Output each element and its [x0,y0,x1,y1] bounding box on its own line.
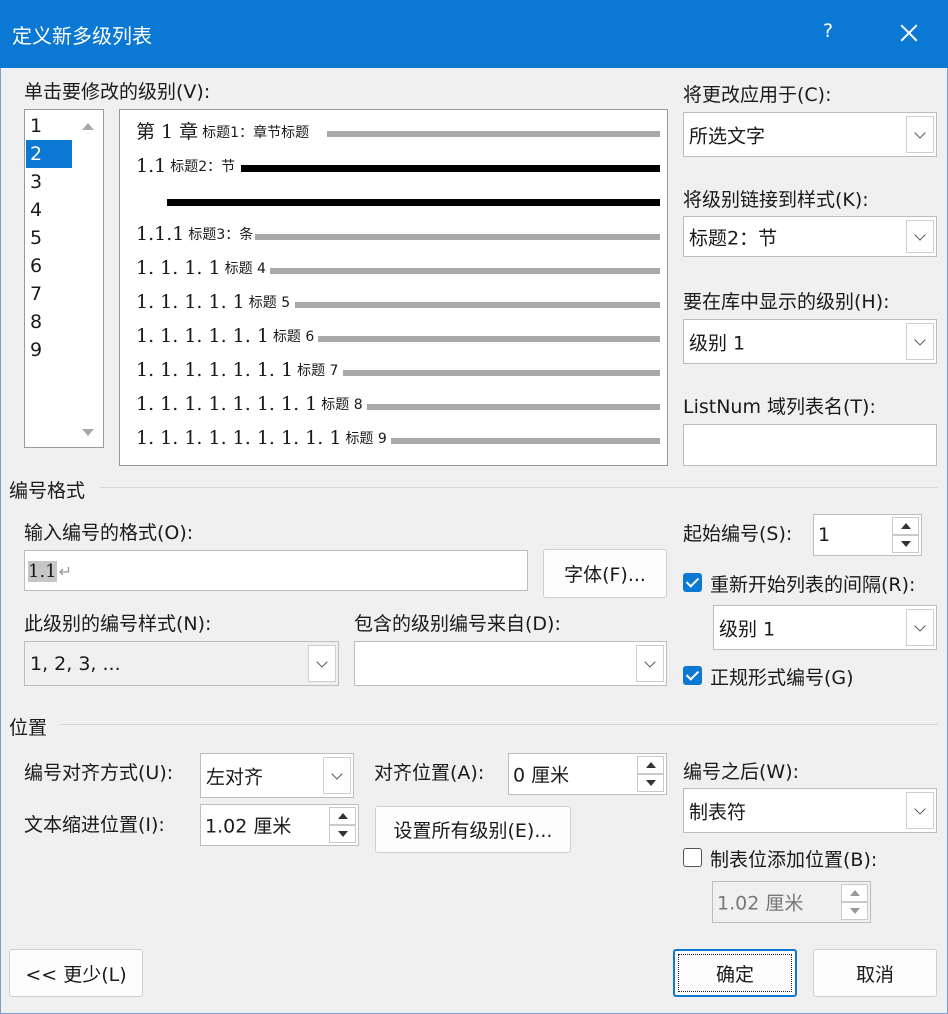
restart-level-dropdown[interactable]: 级别 1 [713,605,937,650]
align-at-label: 对齐位置(A): [374,762,485,784]
apply-to-label: 将更改应用于(C): [683,84,832,106]
align-dropdown[interactable]: 左对齐 [200,753,354,798]
level-item-9[interactable]: 9 [26,336,72,364]
restart-checkbox[interactable] [683,573,702,592]
chevron-down-icon[interactable] [323,757,351,794]
preview-line [318,336,660,342]
preview-row: 1. 1. 1. 1 标题 4 [136,257,266,279]
spin-up-icon[interactable] [637,756,664,774]
start-at-label: 起始编号(S): [683,523,793,545]
level-item-8[interactable]: 8 [26,308,72,336]
gallery-level-label: 要在库中显示的级别(H): [683,291,890,313]
preview-row: 1. 1. 1. 1. 1. 1 标题 6 [136,325,315,347]
chevron-down-icon[interactable] [906,609,934,646]
legal-numbering-label: 正规形式编号(G) [710,667,854,689]
include-level-dropdown[interactable] [354,641,667,686]
preview-line [255,234,660,240]
start-at-spinner[interactable]: 1 [813,514,922,556]
tab-stop-checkbox[interactable] [683,848,702,867]
indent-label: 文本缩进位置(I): [24,814,165,836]
preview-line-selected [167,199,660,206]
format-label: 输入编号的格式(O): [24,522,194,544]
level-label: 单击要修改的级别(V): [24,81,211,103]
align-label: 编号对齐方式(U): [24,762,174,784]
divider [60,724,938,725]
position-title: 位置 [9,717,48,739]
number-format-title: 编号格式 [9,480,86,502]
level-item-7[interactable]: 7 [26,280,72,308]
preview-line [343,370,660,376]
link-style-dropdown[interactable]: 标题2：节 [683,216,937,257]
preview-row: 1. 1. 1. 1. 1. 1. 1. 1. 1 标题 9 [136,427,387,449]
gallery-level-dropdown[interactable]: 级别 1 [683,319,937,364]
scroll-up-icon[interactable] [82,123,94,130]
format-field-code: 1.1 [28,560,57,582]
preview-line [295,302,660,308]
dialog-title: 定义新多级列表 [12,24,152,48]
format-input[interactable]: 1.1 ↵ [24,550,528,591]
spin-up-icon[interactable] [841,884,868,902]
spin-up-icon[interactable] [329,807,356,825]
preview-row: 1.1 标题2：节 [136,155,236,177]
listnum-input[interactable] [683,424,937,466]
level-listbox[interactable]: 1 2 3 4 5 6 7 8 9 [24,109,104,448]
level-item-1[interactable]: 1 [26,112,72,140]
preview-line [391,438,660,444]
legal-numbering-checkbox[interactable] [683,666,702,685]
indent-spinner[interactable]: 1.02 厘米 [200,804,359,846]
divider [100,487,938,488]
chevron-down-icon[interactable] [906,792,934,829]
preview-line-selected [241,165,660,172]
link-style-label: 将级别链接到样式(K): [683,189,869,211]
font-button[interactable]: 字体(F)... [543,549,667,598]
preview-row: 第 1 章 标题1：章节标题 [136,121,310,143]
spin-down-icon[interactable] [637,774,664,792]
level-preview: 第 1 章 标题1：章节标题 1.1 标题2：节 1.1.1 标题3：条 1. … [119,109,668,466]
tab-stop-label: 制表位添加位置(B): [710,849,878,871]
set-all-levels-button[interactable]: 设置所有级别(E)... [375,806,571,853]
spin-up-icon[interactable] [892,517,919,535]
help-button[interactable]: ? [815,20,841,50]
preview-row: 1.1.1 标题3：条 [136,223,254,245]
level-item-5[interactable]: 5 [26,224,72,252]
restart-label: 重新开始列表的间隔(R): [710,574,916,596]
cancel-button[interactable]: 取消 [813,949,937,997]
include-level-label: 包含的级别编号来自(D): [354,613,561,635]
tab-stop-spinner[interactable]: 1.02 厘米 [712,881,871,923]
preview-line [327,131,660,137]
chevron-down-icon[interactable] [636,645,664,682]
number-style-label: 此级别的编号样式(N): [24,613,212,635]
spin-down-icon[interactable] [892,535,919,553]
apply-to-dropdown[interactable]: 所选文字 [683,112,937,157]
spin-down-icon[interactable] [329,825,356,843]
preview-line [270,268,660,274]
chevron-down-icon[interactable] [906,323,934,360]
follow-with-label: 编号之后(W): [683,761,800,783]
preview-row: 1. 1. 1. 1. 1. 1. 1 标题 7 [136,359,339,381]
level-item-2[interactable]: 2 [26,140,72,168]
chevron-down-icon[interactable] [906,116,934,153]
number-style-dropdown[interactable]: 1, 2, 3, ... [24,641,339,686]
preview-line [367,404,660,410]
level-item-6[interactable]: 6 [26,252,72,280]
preview-row: 1. 1. 1. 1. 1 标题 5 [136,291,291,313]
chevron-down-icon[interactable] [308,645,336,682]
close-icon[interactable] [895,20,923,48]
level-scrollbar[interactable] [73,110,103,447]
ok-button[interactable]: 确定 [673,949,797,997]
level-item-3[interactable]: 3 [26,168,72,196]
align-at-spinner[interactable]: 0 厘米 [508,753,667,795]
chevron-down-icon[interactable] [906,220,934,253]
listnum-label: ListNum 域列表名(T): [683,396,876,418]
paragraph-mark-icon: ↵ [58,561,73,581]
less-button[interactable]: << 更少(L) [9,949,143,997]
preview-row: 1. 1. 1. 1. 1. 1. 1. 1 标题 8 [136,393,363,415]
spin-down-icon[interactable] [841,902,868,920]
follow-with-dropdown[interactable]: 制表符 [683,788,937,833]
scroll-down-icon[interactable] [82,429,94,436]
level-item-4[interactable]: 4 [26,196,72,224]
